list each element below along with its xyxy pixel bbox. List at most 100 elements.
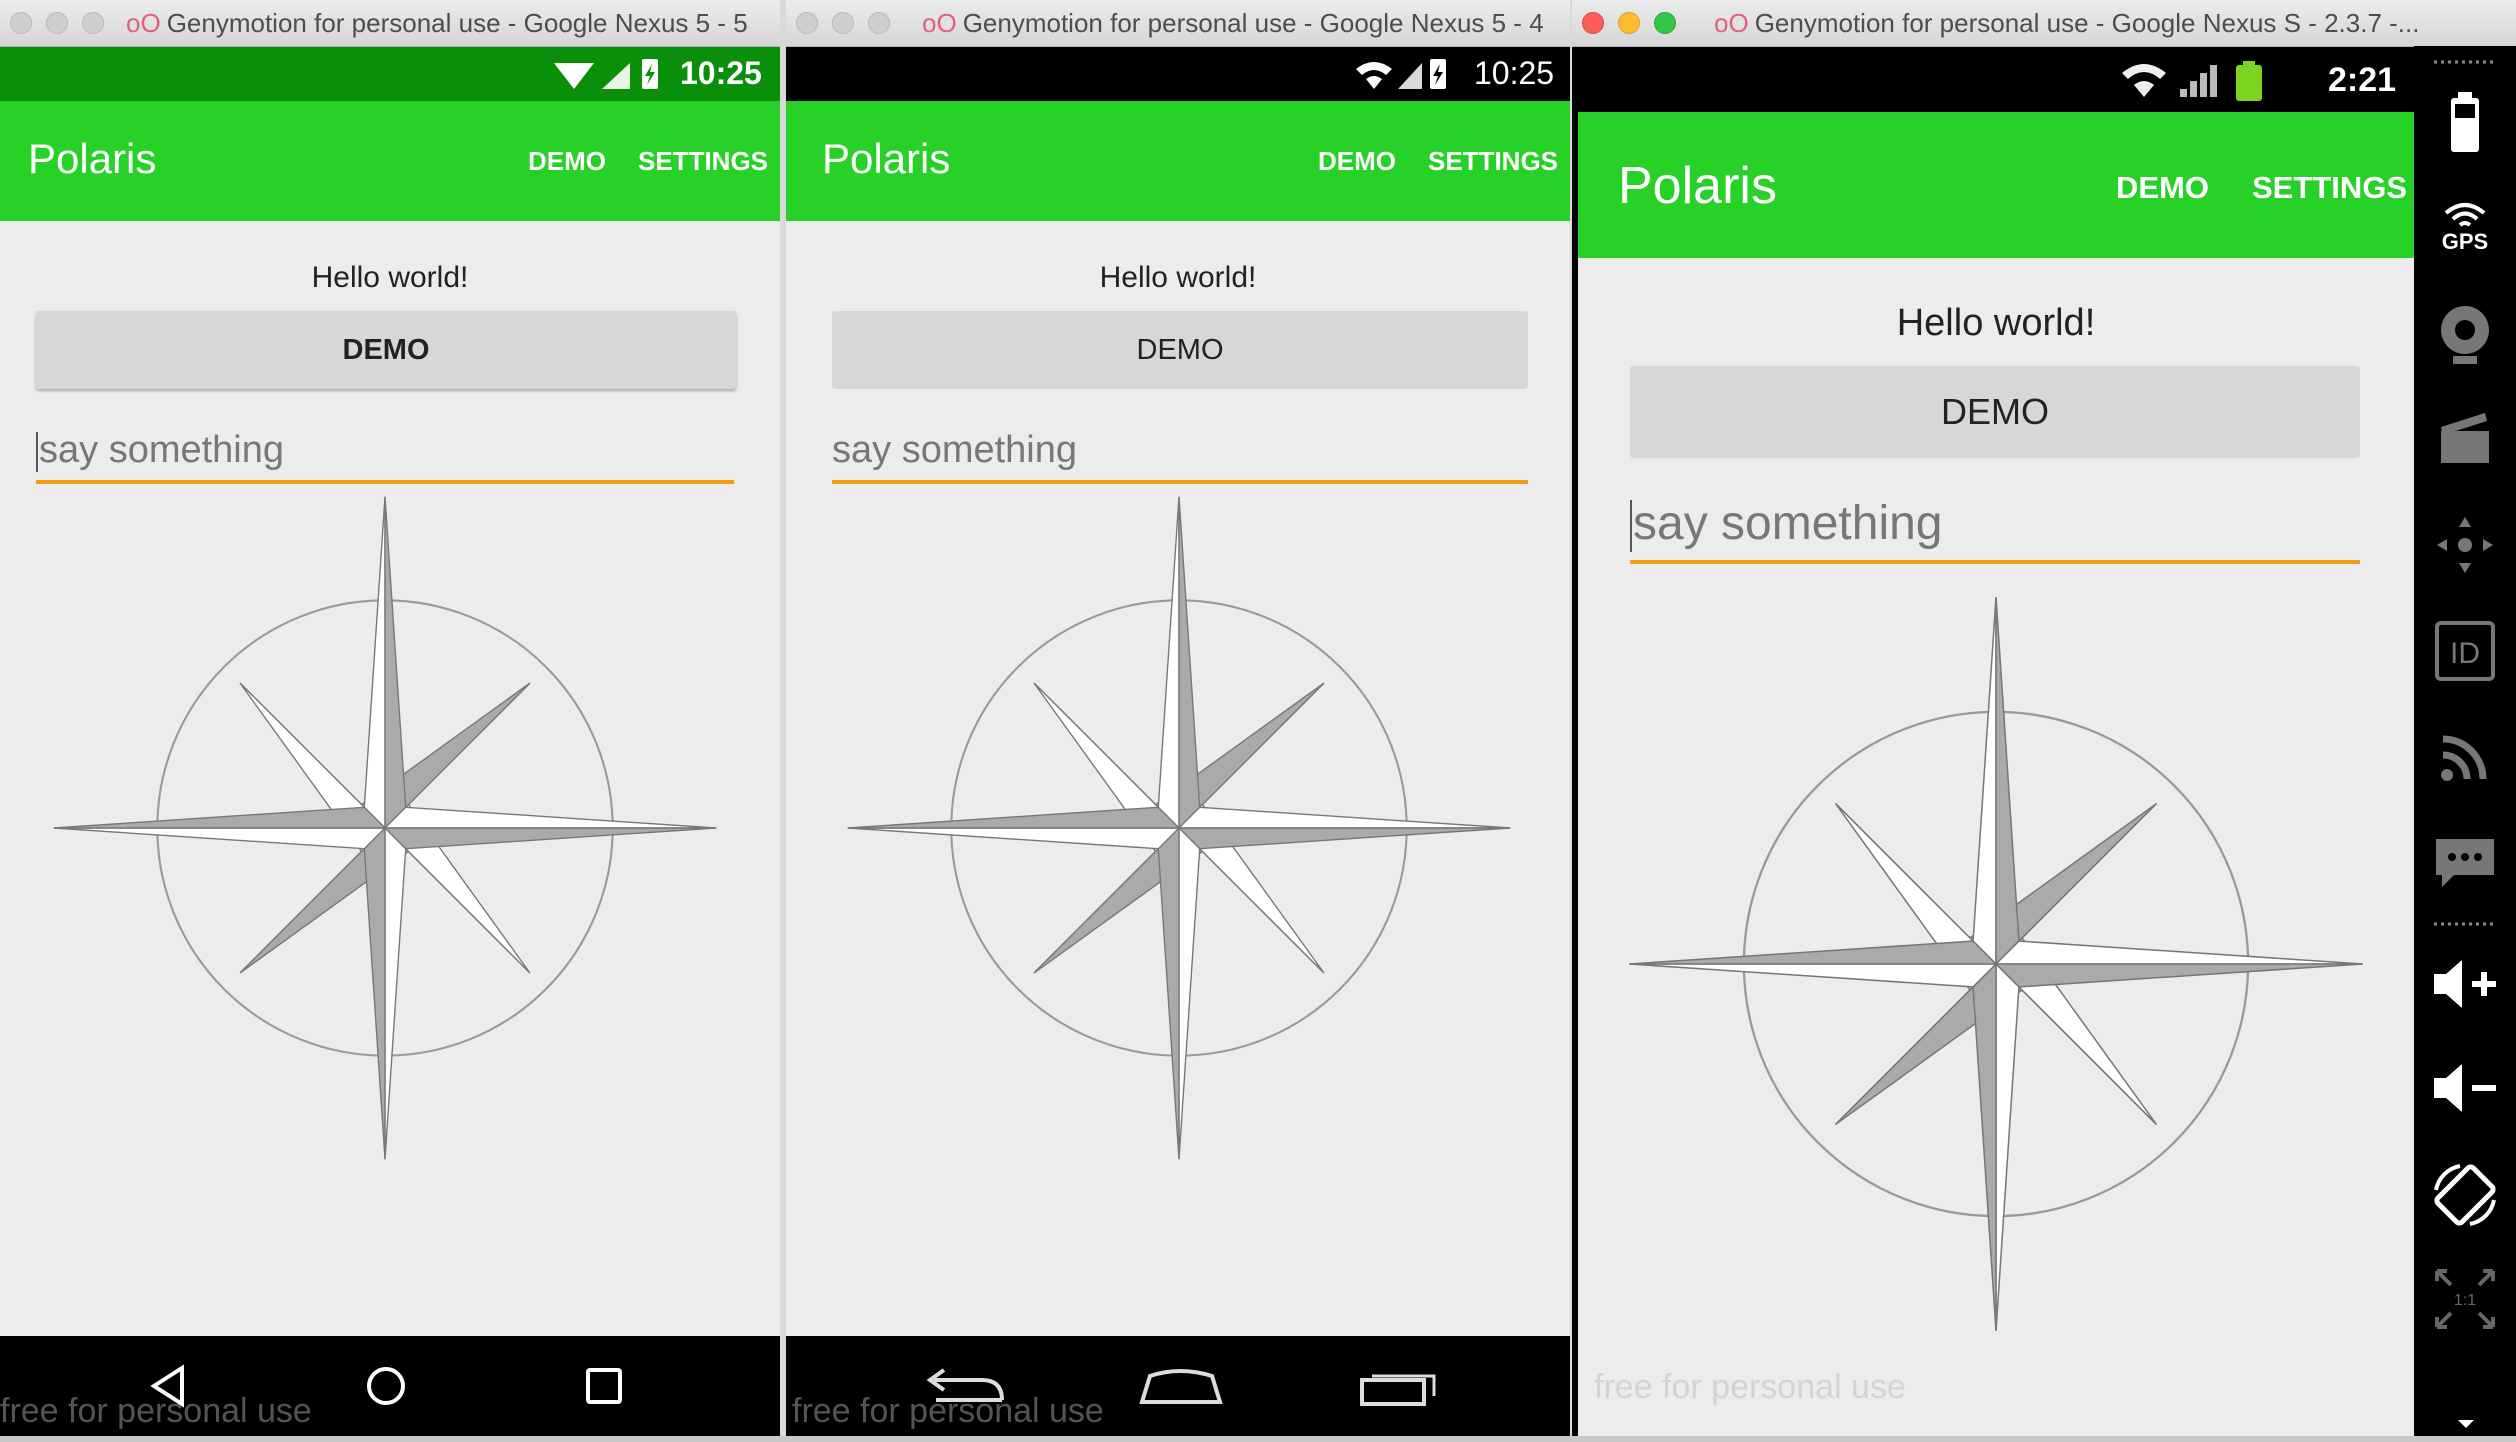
text-caret <box>36 431 38 472</box>
action-bar: Polaris DEMO SETTINGS <box>1578 112 2414 258</box>
recents-icon[interactable] <box>582 1364 626 1408</box>
signal-icon <box>602 63 630 89</box>
webcam-icon[interactable] <box>2414 290 2516 380</box>
close-window-button[interactable] <box>1582 12 1604 34</box>
action-demo[interactable]: DEMO <box>1318 146 1396 177</box>
gps-label: GPS <box>2441 229 2489 254</box>
home-icon[interactable] <box>364 1364 408 1408</box>
compass-major-points <box>847 496 1511 1160</box>
hello-text: Hello world! <box>1099 261 1257 294</box>
window-title: oO Genymotion for personal use - Google N… <box>922 8 1544 38</box>
watermark: free for personal use <box>792 1392 1104 1430</box>
signal-icon <box>1398 63 1422 89</box>
action-settings[interactable]: SETTINGS <box>2252 170 2407 206</box>
action-bar: Polaris DEMO SETTINGS <box>786 101 1570 221</box>
maximize-window-button[interactable] <box>868 12 890 34</box>
wifi-icon <box>1356 62 1392 89</box>
maximize-window-button[interactable] <box>1654 12 1676 34</box>
window-title: oO Genymotion for personal use - Google N… <box>1714 8 2420 38</box>
app-content: Hello world! DEMO say something free for… <box>1578 258 2414 1436</box>
input-placeholder: say something <box>39 429 285 471</box>
window-titlebar[interactable]: oO Genymotion for personal use - Google N… <box>1572 0 2516 47</box>
minimize-window-button[interactable] <box>46 12 68 34</box>
compass-major-points <box>53 496 717 1160</box>
window-titlebar[interactable]: oO Genymotion for personal use - Google N… <box>0 0 780 47</box>
battery-icon <box>2236 61 2262 101</box>
status-icons <box>1356 59 1446 89</box>
window-titlebar[interactable]: oO Genymotion for personal use - Google N… <box>786 0 1570 47</box>
status-time: 2:21 <box>2328 61 2397 99</box>
maximize-window-button[interactable] <box>82 12 104 34</box>
device-id-label: ID <box>2450 637 2480 670</box>
genymotion-logo-icon: oO <box>922 8 957 38</box>
device-id-icon[interactable]: ID <box>2414 606 2516 696</box>
pixel-perfect-icon[interactable]: 1:1 <box>2414 1254 2516 1344</box>
watermark: free for personal use <box>1594 1368 1906 1406</box>
action-demo[interactable]: DEMO <box>528 146 606 177</box>
app-content: Hello world! DEMO say something <box>0 221 780 1336</box>
navigation-bar: free for personal use <box>786 1336 1570 1436</box>
sms-icon[interactable] <box>2414 818 2516 908</box>
gps-icon[interactable]: GPS <box>2414 182 2516 272</box>
signal-icon <box>2180 65 2217 97</box>
status-bar: 10:25 <box>786 47 1570 101</box>
screencast-icon[interactable] <box>2414 394 2516 484</box>
compass-rose <box>1629 597 2363 1331</box>
emulator-window-nexus-s-gingerbread: oO Genymotion for personal use - Google N… <box>1572 0 2516 1442</box>
status-bar: 2:21 <box>1578 47 2414 113</box>
hello-text: Hello world! <box>311 261 469 294</box>
say-something-input[interactable]: say something <box>832 426 1528 484</box>
watermark: free for personal use <box>0 1392 312 1430</box>
status-bar: 10:25 <box>0 47 780 101</box>
action-settings[interactable]: SETTINGS <box>1428 146 1558 177</box>
compass-rose <box>847 496 1511 1160</box>
input-placeholder: say something <box>832 429 1078 471</box>
demo-button[interactable]: DEMO <box>1630 366 2360 458</box>
navigation-bar: free for personal use <box>0 1336 780 1436</box>
action-bar: Polaris DEMO SETTINGS <box>0 101 780 221</box>
minimize-window-button[interactable] <box>832 12 854 34</box>
status-icons <box>554 59 658 89</box>
scale-label: 1:1 <box>2454 1292 2476 1309</box>
status-time: 10:25 <box>680 55 762 91</box>
minimize-window-button[interactable] <box>1618 12 1640 34</box>
hello-text: Hello world! <box>1896 302 2096 344</box>
app-title: Polaris <box>28 135 157 182</box>
volume-up-icon[interactable] <box>2414 944 2516 1024</box>
input-placeholder: say something <box>1633 497 1943 550</box>
app-content: Hello world! DEMO say something <box>786 221 1570 1336</box>
volume-down-icon[interactable] <box>2414 1048 2516 1128</box>
status-icons <box>2122 61 2262 101</box>
wifi-icon <box>554 63 594 89</box>
panel-scroll-down-icon[interactable] <box>2456 1416 2476 1430</box>
close-window-button[interactable] <box>10 12 32 34</box>
rotate-icon[interactable] <box>2414 1150 2516 1240</box>
battery-icon[interactable] <box>2414 82 2516 162</box>
genymotion-logo-icon: oO <box>1714 8 1749 38</box>
desktop-bottom-edge <box>0 1436 2516 1442</box>
wifi-icon <box>2122 64 2166 97</box>
recents-icon[interactable] <box>1356 1364 1446 1408</box>
panel-separator-icon <box>2434 922 2496 926</box>
text-caret <box>1630 500 1632 553</box>
close-window-button[interactable] <box>796 12 818 34</box>
app-title: Polaris <box>822 135 951 182</box>
genymotion-side-panel: GPS ID 1:1 <box>2414 46 2516 1442</box>
status-time: 10:25 <box>1474 55 1555 91</box>
home-icon[interactable] <box>1136 1366 1226 1410</box>
network-icon[interactable] <box>2414 712 2516 802</box>
genymotion-logo-icon: oO <box>126 8 161 38</box>
emulator-window-nexus5-kitkat: oO Genymotion for personal use - Google N… <box>786 0 1570 1442</box>
demo-button[interactable]: DEMO <box>832 311 1528 389</box>
action-settings[interactable]: SETTINGS <box>638 146 768 177</box>
remote-control-icon[interactable] <box>2414 500 2516 590</box>
compass-rose <box>53 496 717 1160</box>
say-something-input[interactable]: say something <box>36 426 734 484</box>
compass-major-points <box>1629 597 2363 1331</box>
app-title: Polaris <box>1618 157 1777 215</box>
window-title: oO Genymotion for personal use - Google N… <box>126 8 748 38</box>
action-demo[interactable]: DEMO <box>2116 170 2209 206</box>
emulator-window-nexus5-lollipop: oO Genymotion for personal use - Google N… <box>0 0 780 1442</box>
say-something-input[interactable]: say something <box>1630 494 2360 564</box>
demo-button[interactable]: DEMO <box>36 311 736 389</box>
